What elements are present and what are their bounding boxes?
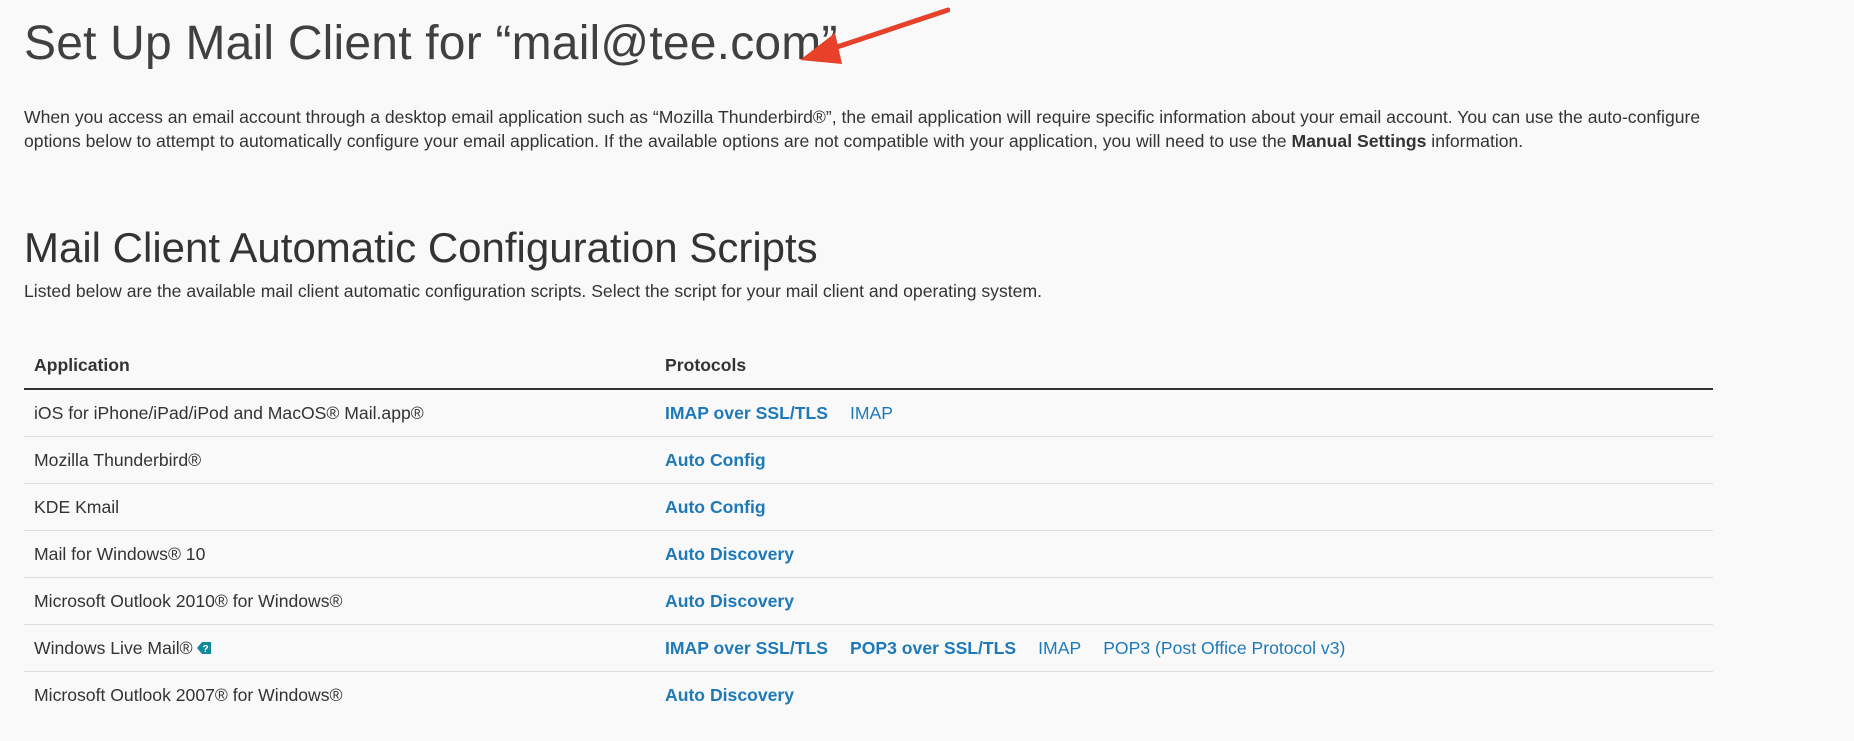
config-scripts-table: Application Protocols iOS for iPhone/iPa… <box>24 342 1713 718</box>
application-name: Mail for Windows® 10 <box>34 543 206 564</box>
protocol-link[interactable]: Auto Config <box>665 497 766 517</box>
application-name: Mozilla Thunderbird® <box>34 449 202 470</box>
protocols-cell: Auto Config <box>655 483 1713 531</box>
application-cell: Microsoft Outlook 2010® for Windows® <box>24 577 655 625</box>
application-cell: iOS for iPhone/iPad/iPod and MacOS® Mail… <box>24 389 655 437</box>
table-row: Mail for Windows® 10 Auto Discovery <box>24 530 1713 578</box>
annotation-arrow-icon <box>800 7 950 64</box>
application-cell: Mail for Windows® 10 <box>24 530 655 578</box>
table-header-row: Application Protocols <box>24 342 1713 390</box>
protocol-link[interactable]: IMAP <box>850 403 893 423</box>
protocol-link[interactable]: Auto Config <box>665 450 766 470</box>
protocol-link[interactable]: Auto Discovery <box>665 544 794 564</box>
application-name: Microsoft Outlook 2007® for Windows® <box>34 684 343 705</box>
application-cell: Microsoft Outlook 2007® for Windows® <box>24 672 655 719</box>
section-title: Mail Client Automatic Configuration Scri… <box>24 224 818 271</box>
intro-paragraph: When you access an email account through… <box>24 106 1724 153</box>
application-name: KDE Kmail <box>34 496 120 517</box>
column-header-protocols: Protocols <box>655 342 1713 390</box>
page: Set Up Mail Client for “mail@tee.com” Wh… <box>0 0 1854 741</box>
application-cell: KDE Kmail <box>24 483 655 531</box>
protocol-link[interactable]: Auto Discovery <box>665 685 794 705</box>
table-row: Microsoft Outlook 2010® for Windows® Auto… <box>24 577 1713 625</box>
protocol-link[interactable]: IMAP over SSL/TLS <box>665 638 828 658</box>
protocols-cell: IMAP over SSL/TLS IMAP <box>655 389 1713 437</box>
protocol-link[interactable]: IMAP over SSL/TLS <box>665 403 828 423</box>
application-cell: Windows Live Mail®? <box>24 624 655 672</box>
table-row: Windows Live Mail®? IMAP over SSL/TLS POP3… <box>24 624 1713 672</box>
help-icon[interactable]: ? <box>196 640 212 656</box>
protocols-cell: Auto Discovery <box>655 672 1713 719</box>
svg-text:?: ? <box>202 644 208 655</box>
application-name: Windows Live Mail® <box>34 637 193 658</box>
protocol-link[interactable]: POP3 (Post Office Protocol v3) <box>1103 638 1345 658</box>
protocols-cell: Auto Discovery <box>655 530 1713 578</box>
protocols-cell: Auto Config <box>655 436 1713 484</box>
intro-text-end: information. <box>1426 130 1524 151</box>
table-row: Microsoft Outlook 2007® for Windows® Auto… <box>24 672 1713 719</box>
application-name: iOS for iPhone/iPad/iPod and MacOS® Mail… <box>34 402 424 423</box>
protocol-link[interactable]: IMAP <box>1038 638 1081 658</box>
page-title: Set Up Mail Client for “mail@tee.com” <box>24 17 838 70</box>
application-name: Microsoft Outlook 2010® for Windows® <box>34 590 343 611</box>
table-row: KDE Kmail Auto Config <box>24 483 1713 531</box>
table-row: Mozilla Thunderbird® Auto Config <box>24 436 1713 484</box>
section-description: Listed below are the available mail clie… <box>24 281 1042 301</box>
manual-settings-emphasis: Manual Settings <box>1291 130 1427 151</box>
table-row: iOS for iPhone/iPad/iPod and MacOS® Mail… <box>24 389 1713 437</box>
application-cell: Mozilla Thunderbird® <box>24 436 655 484</box>
protocol-link[interactable]: POP3 over SSL/TLS <box>850 638 1016 658</box>
protocol-link[interactable]: Auto Discovery <box>665 591 794 611</box>
column-header-application: Application <box>24 342 655 390</box>
protocols-cell: IMAP over SSL/TLS POP3 over SSL/TLS IMAP PO… <box>655 624 1713 672</box>
table-body: iOS for iPhone/iPad/iPod and MacOS® Mail… <box>24 389 1713 718</box>
protocols-cell: Auto Discovery <box>655 577 1713 625</box>
